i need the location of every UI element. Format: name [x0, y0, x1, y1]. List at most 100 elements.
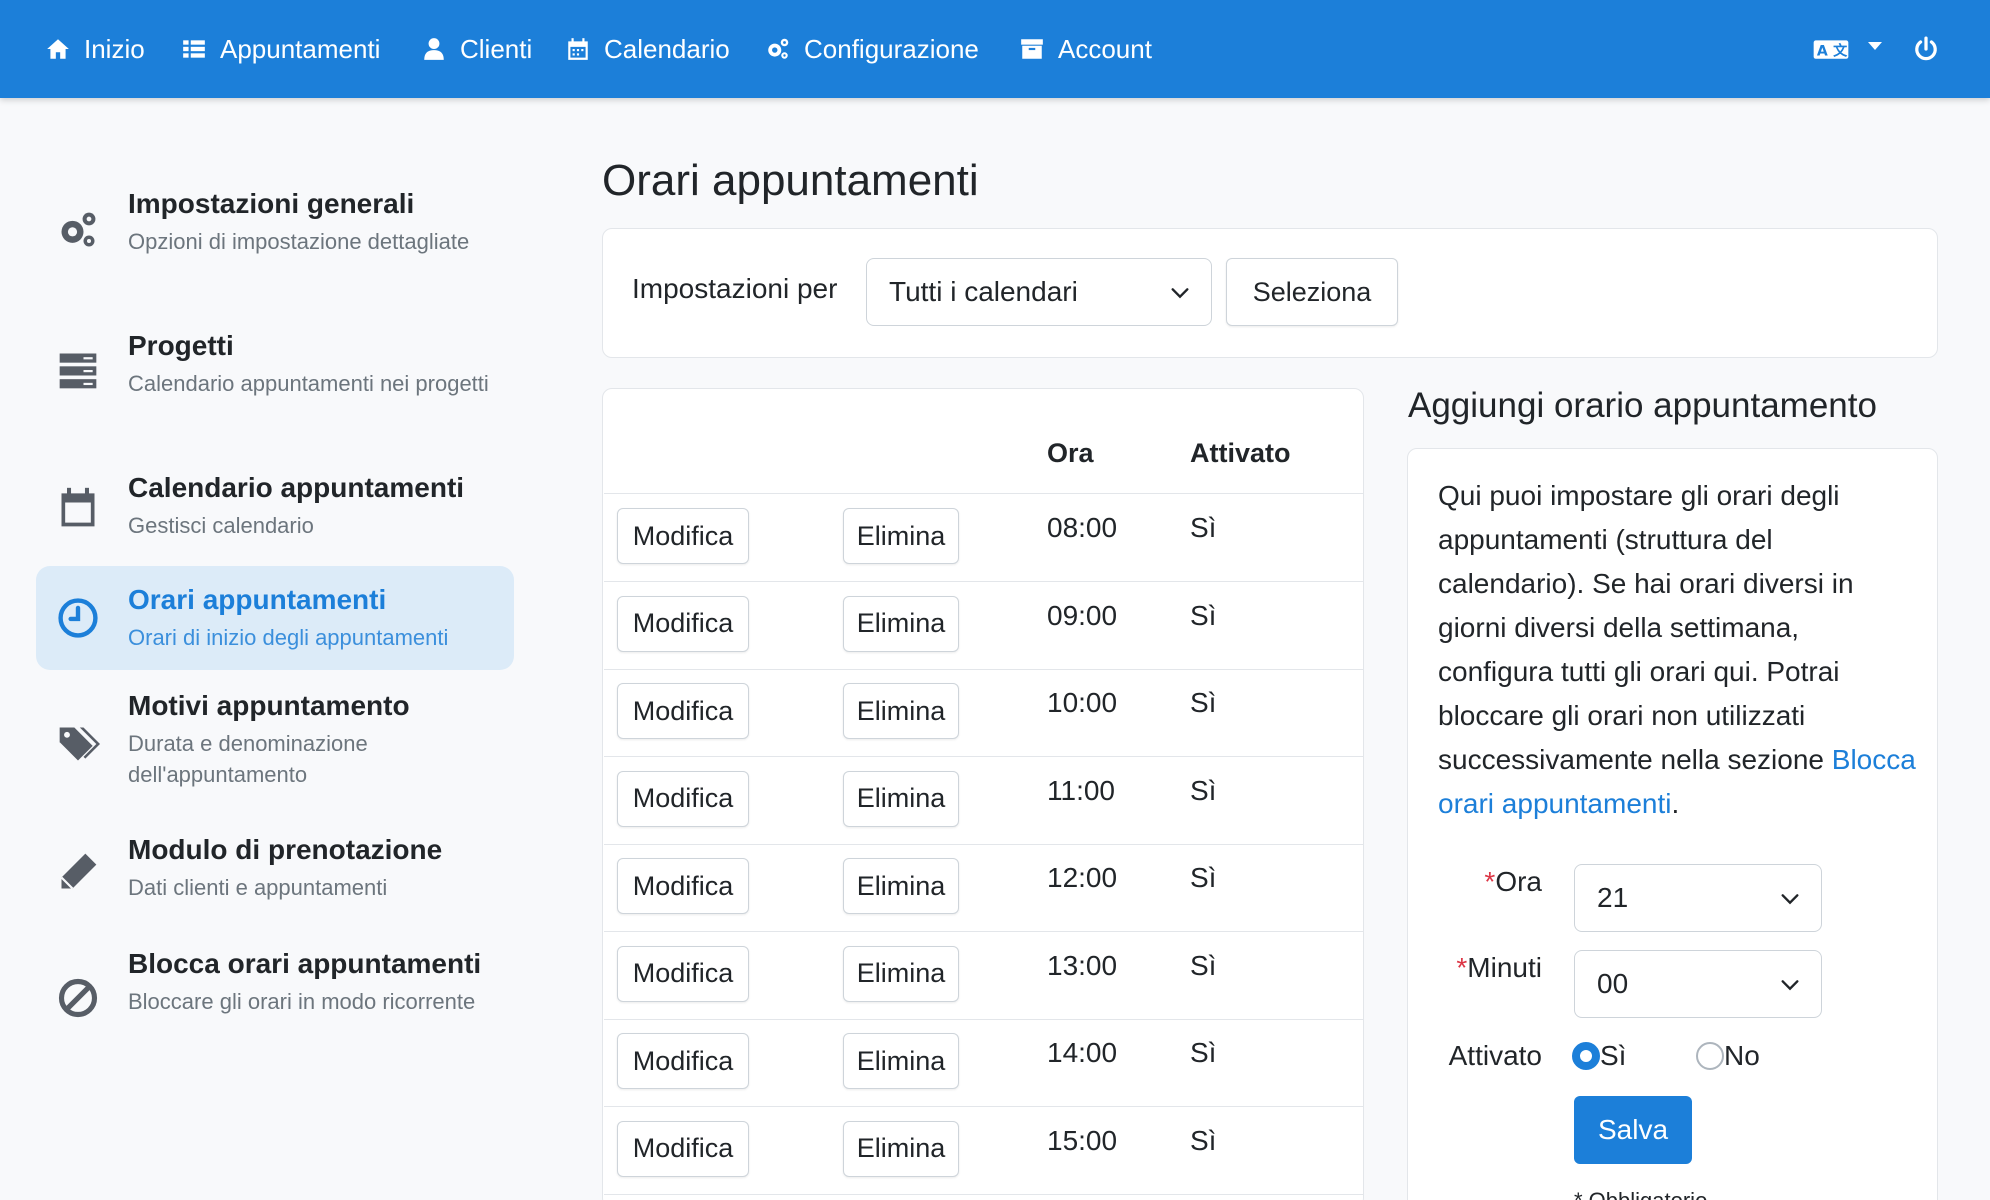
edit-button[interactable]: Modifica [617, 770, 749, 827]
row-divider [604, 843, 1364, 845]
row-divider [604, 1106, 1364, 1107]
sidebar-item-desc: Opzioni di impostazione dettagliate [128, 229, 470, 254]
server-icon [54, 346, 102, 394]
nav-clients-label: Clienti [460, 33, 533, 64]
calendar-select[interactable]: Tutti i calendari [866, 258, 1212, 326]
radio-no-label: No [1724, 1040, 1760, 1071]
sidebar-item-title: Orari appuntamenti [128, 584, 387, 615]
edit-button[interactable]: Modifica [617, 595, 749, 652]
help-text-body: Qui puoi impostare gli orari degli appun… [1438, 480, 1854, 775]
enabled-label: Attivato [1448, 1040, 1542, 1071]
radio-yes-label: Sì [1600, 1040, 1627, 1071]
select-button[interactable]: Seleziona [1226, 258, 1398, 326]
sidebar-item-calendar[interactable]: Calendario appuntamenti Gestisci calenda… [36, 464, 514, 554]
sidebar-item-title: Calendario appuntamenti [128, 472, 465, 503]
logout-button[interactable] [1912, 0, 1952, 98]
enabled-cell: Sì [1190, 774, 1217, 806]
sidebar-item-appointment-times[interactable]: Orari appuntamenti Orari di inizio degli… [36, 566, 514, 670]
time-cell: 11:00 [1047, 774, 1115, 806]
page-title: Orari appuntamenti [602, 156, 979, 205]
edit-button[interactable]: Modifica [617, 508, 749, 564]
archive-icon [1018, 35, 1046, 63]
delete-button[interactable]: Elimina [843, 595, 959, 652]
row-divider [604, 668, 1364, 670]
time-cell: 08:00 [1047, 512, 1118, 543]
svg-text:文: 文 [1833, 43, 1848, 60]
language-icon: A文 [1810, 35, 1852, 63]
sidebar-item-projects[interactable]: Progetti Calendario appuntamenti nei pro… [36, 322, 514, 438]
nav-configuration[interactable]: Configurazione [764, 0, 979, 98]
row-divider [604, 1193, 1364, 1195]
time-cell: 12:00 [1047, 862, 1118, 893]
minutes-label: *Minuti [1420, 952, 1542, 984]
row-divider [604, 756, 1364, 757]
chevron-down-icon [1781, 894, 1799, 905]
clock-icon [54, 594, 102, 642]
edit-button[interactable]: Modifica [617, 858, 749, 914]
nav-calendar[interactable]: Calendario [564, 0, 730, 98]
tags-icon [54, 720, 102, 768]
nav-appointments[interactable]: Appuntamenti [180, 0, 380, 98]
sidebar-item-title: Modulo di prenotazione [128, 834, 443, 865]
top-navbar: Inizio Appuntamenti Clienti Calendario C… [0, 0, 1990, 98]
help-text: Qui puoi impostare gli orari degli appun… [1438, 474, 1918, 826]
nav-calendar-label: Calendario [604, 33, 730, 64]
power-icon [1912, 35, 1940, 63]
sidebar-item-general-settings[interactable]: Impostazioni generali Opzioni di imposta… [36, 180, 514, 296]
cogs-icon [764, 35, 792, 63]
enabled-cell: Sì [1190, 862, 1217, 893]
delete-button[interactable]: Elimina [843, 1033, 959, 1089]
required-footnote: * Obbligatorio [1574, 1188, 1707, 1200]
nav-clients[interactable]: Clienti [420, 0, 532, 98]
nav-home-label: Inizio [84, 33, 145, 64]
time-cell: 15:00 [1047, 1124, 1118, 1156]
nav-account-label: Account [1058, 33, 1152, 64]
hour-label-text: Ora [1495, 866, 1542, 897]
sidebar-item-desc: Orari di inizio degli appuntamenti [128, 625, 449, 650]
delete-button[interactable]: Elimina [843, 858, 959, 914]
calendar-icon [564, 35, 592, 63]
edit-button[interactable]: Modifica [617, 945, 749, 1002]
nav-home[interactable]: Inizio [44, 0, 145, 98]
required-mark: * [1456, 952, 1468, 983]
enabled-cell: Sì [1190, 949, 1217, 981]
nav-appointments-label: Appuntamenti [220, 33, 381, 64]
radio-no[interactable] [1696, 1042, 1724, 1070]
save-button[interactable]: Salva [1574, 1096, 1692, 1164]
sidebar-item-title: Motivi appuntamento [128, 690, 410, 721]
radio-yes[interactable] [1572, 1042, 1600, 1070]
sidebar-item-desc: Gestisci calendario [128, 513, 314, 538]
edit-button[interactable]: Modifica [617, 683, 749, 739]
delete-button[interactable]: Elimina [843, 945, 959, 1002]
row-divider [604, 1018, 1364, 1020]
sidebar-item-title: Progetti [128, 330, 234, 361]
sidebar-item-booking-form[interactable]: Modulo di prenotazione Dati clienti e ap… [36, 822, 514, 912]
delete-button[interactable]: Elimina [843, 770, 959, 827]
sidebar-item-appointment-reasons[interactable]: Motivi appuntamento Durata e denominazio… [36, 682, 514, 798]
minutes-select[interactable]: 00 [1574, 950, 1822, 1018]
edit-button[interactable]: Modifica [617, 1120, 749, 1177]
nav-account[interactable]: Account [1018, 0, 1152, 98]
delete-button[interactable]: Elimina [843, 508, 959, 564]
edit-button[interactable]: Modifica [617, 1033, 749, 1089]
nav-configuration-label: Configurazione [804, 33, 979, 64]
time-cell: 14:00 [1047, 1037, 1118, 1068]
home-icon [44, 35, 72, 63]
sidebar-item-title: Blocca orari appuntamenti [128, 948, 482, 979]
language-selector[interactable]: A文 [1810, 0, 1882, 98]
hour-label: *Ora [1470, 866, 1542, 898]
pencil-icon [54, 848, 102, 896]
ban-icon [54, 974, 102, 1022]
delete-button[interactable]: Elimina [843, 683, 959, 739]
help-text-end: . [1671, 788, 1680, 819]
sidebar-item-block-times[interactable]: Blocca orari appuntamenti Bloccare gli o… [36, 940, 514, 1056]
enabled-cell: Sì [1190, 1037, 1217, 1068]
delete-button[interactable]: Elimina [843, 1120, 959, 1177]
hour-select[interactable]: 21 [1574, 864, 1822, 932]
svg-text:A: A [1817, 44, 1828, 60]
cogs-icon [54, 206, 102, 254]
list-icon [180, 35, 208, 63]
add-time-title: Aggiungi orario appuntamento [1408, 386, 1877, 425]
sidebar-item-desc: Bloccare gli orari in modo ricorrente [128, 989, 476, 1014]
row-divider [604, 581, 1364, 582]
